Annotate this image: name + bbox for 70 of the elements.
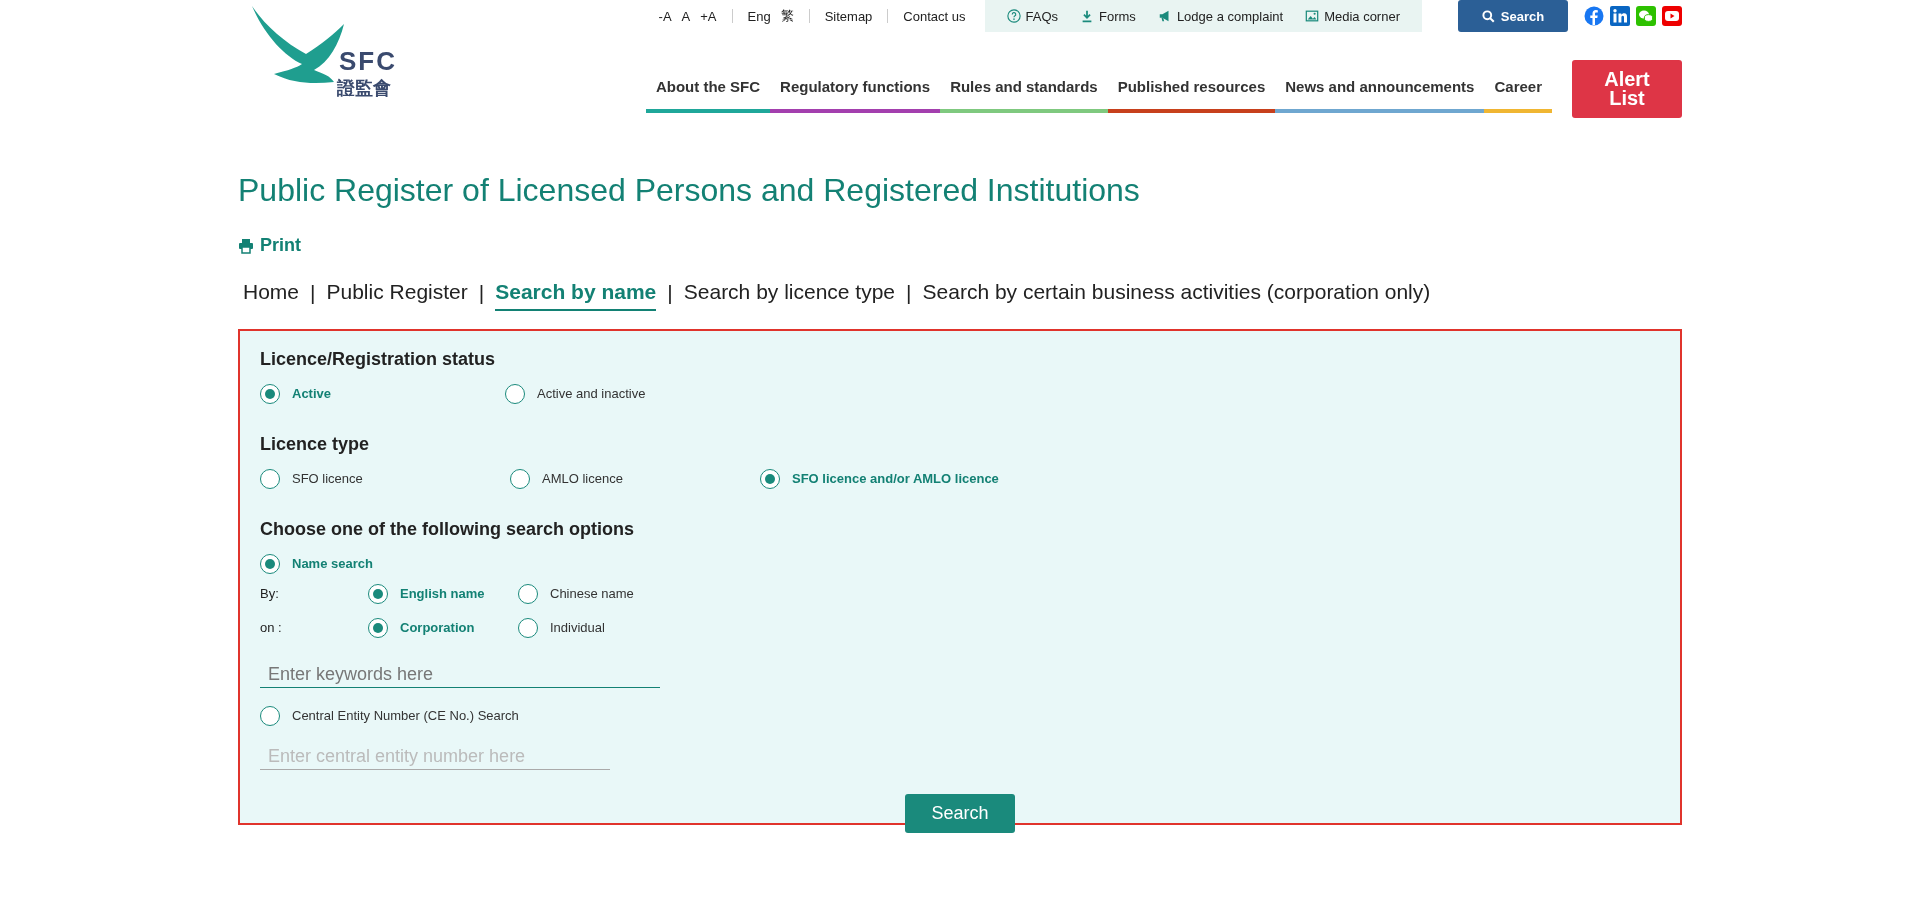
search-button[interactable]: Search (905, 793, 1015, 833)
language-link[interactable]: Eng (747, 8, 771, 24)
radio-button[interactable] (260, 383, 280, 404)
radio-button[interactable] (368, 617, 388, 638)
breadcrumb-link[interactable]: Search by licence type (683, 279, 896, 311)
radio-label: Active (292, 386, 332, 401)
breadcrumb-link[interactable]: Search by name (495, 279, 657, 311)
radio-button[interactable] (505, 383, 525, 404)
keyword-input-field[interactable]: Enter keywords here (260, 663, 660, 688)
section-heading: Choose one of the following search options (260, 518, 635, 540)
breadcrumb-separator: | (667, 280, 673, 306)
megaphone-icon (1157, 9, 1172, 23)
print-link[interactable]: Print (238, 235, 301, 256)
search-button[interactable]: Search (1458, 0, 1568, 32)
radio-label: Active and inactive (537, 386, 646, 401)
radio-button[interactable] (260, 705, 280, 726)
quick-link[interactable]: Forms (1080, 8, 1136, 24)
radio-label: Chinese name (550, 586, 634, 601)
field-label: By: (260, 586, 280, 601)
radio-button[interactable] (510, 468, 530, 489)
radio-label: Corporation (400, 620, 475, 635)
radio-label: SFO licence and/or AMLO licence (792, 471, 999, 486)
radio-label: Central Entity Number (CE No.) Search (292, 708, 519, 723)
page-title: Public Register of Licensed Persons and Registered Institutions (238, 172, 1141, 209)
radio-label: AMLO licence (542, 471, 623, 486)
breadcrumb-link[interactable]: Home (243, 279, 300, 311)
ce-number-input-field[interactable]: Enter central entity number here (260, 745, 610, 770)
radio-button[interactable] (518, 583, 538, 604)
breadcrumb-separator: | (310, 280, 316, 306)
help-icon (1006, 9, 1021, 23)
header-link[interactable]: Sitemap (824, 8, 873, 24)
breadcrumb-link[interactable]: Public Register (326, 279, 468, 311)
quick-link[interactable]: FAQs (1006, 8, 1059, 24)
search-icon (1481, 9, 1495, 23)
sfc-logo[interactable]: SFC 證監會 (244, 4, 419, 100)
nav-item[interactable]: News and announcements (1275, 70, 1485, 113)
quick-link[interactable]: Media corner (1305, 8, 1400, 24)
radio-label: SFO licence (292, 471, 363, 486)
nav-item[interactable]: Regulatory functions (770, 70, 941, 113)
section-heading: Licence/Registration status (260, 348, 497, 370)
radio-button[interactable] (368, 583, 388, 604)
youtube-icon[interactable] (1662, 6, 1682, 26)
facebook-icon[interactable] (1584, 6, 1604, 26)
section-heading: Licence type (260, 433, 371, 455)
image-icon (1305, 9, 1320, 23)
field-label: on : (260, 620, 283, 635)
language-link[interactable]: 繁 (780, 7, 794, 25)
radio-label: Name search (292, 556, 373, 571)
linkedin-icon[interactable] (1610, 6, 1630, 26)
breadcrumb-link[interactable]: Search by certain business activities (corporation only) (922, 279, 1431, 311)
radio-label: Individual (550, 620, 605, 635)
radio-button[interactable] (518, 617, 538, 638)
header-link[interactable]: Contact us (903, 8, 966, 24)
nav-item[interactable]: Published resources (1107, 70, 1276, 113)
wechat-icon[interactable] (1636, 6, 1656, 26)
nav-item[interactable]: Career (1484, 70, 1552, 113)
radio-button[interactable] (760, 468, 780, 489)
radio-button[interactable] (260, 553, 280, 574)
font-size-link[interactable]: -A (658, 8, 672, 24)
radio-button[interactable] (260, 468, 280, 489)
font-size-link[interactable]: +A (700, 8, 717, 24)
breadcrumb-separator: | (906, 280, 912, 306)
quick-link[interactable]: Lodge a complaint (1157, 8, 1284, 24)
alert-list-button[interactable]: Alert List (1572, 60, 1682, 118)
breadcrumb-separator: | (478, 280, 485, 306)
nav-item[interactable]: Rules and standards (940, 70, 1108, 113)
nav-item[interactable]: About the SFC (645, 70, 771, 113)
radio-label: English name (400, 586, 485, 601)
printer-icon (238, 237, 254, 254)
font-size-link[interactable]: A (681, 8, 691, 24)
